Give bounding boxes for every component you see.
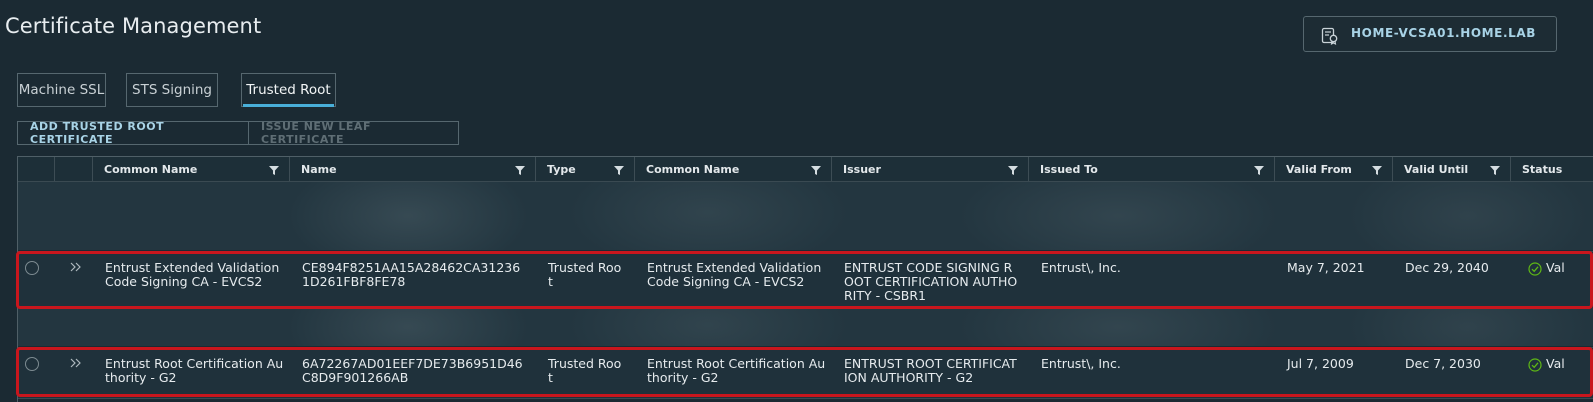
- cell-status: Val: [1546, 260, 1565, 275]
- expand-chevron-icon[interactable]: [70, 358, 82, 368]
- filter-icon[interactable]: [1372, 166, 1382, 175]
- blurred-rows: [18, 182, 1593, 250]
- column-header-type[interactable]: Type: [536, 157, 635, 181]
- certificate-table: Common Name Name Type Common Name Issuer…: [17, 156, 1593, 402]
- page-title: Certificate Management: [5, 14, 262, 38]
- table-row[interactable]: Entrust Root Certification Authority - G…: [18, 347, 1593, 399]
- filter-icon[interactable]: [1008, 166, 1018, 175]
- cell-issuer: ENTRUST CODE SIGNING ROOT CERTIFICATION …: [844, 260, 1018, 303]
- header-select: [18, 157, 55, 181]
- column-label: Valid Until: [1404, 162, 1469, 176]
- table-row[interactable]: Entrust Extended Validation Code Signing…: [18, 251, 1593, 309]
- table-header: Common Name Name Type Common Name Issuer…: [18, 157, 1593, 182]
- cell-common-name: Entrust Root Certification Authority - G…: [105, 356, 284, 385]
- filter-icon[interactable]: [1490, 166, 1500, 175]
- blurred-row: [18, 308, 1593, 346]
- column-label: Issuer: [843, 162, 881, 176]
- valid-check-icon: [1528, 262, 1542, 276]
- column-label: Name: [301, 162, 337, 176]
- column-label: Status: [1522, 162, 1563, 176]
- valid-check-icon: [1528, 358, 1542, 372]
- cell-issued-to: Entrust\, Inc.: [1041, 356, 1121, 371]
- expand-chevron-icon[interactable]: [70, 262, 82, 272]
- tab-machine-ssl[interactable]: Machine SSL: [17, 73, 106, 107]
- row-select-radio[interactable]: [25, 357, 39, 371]
- row-select-radio[interactable]: [25, 261, 39, 275]
- cell-common-name: Entrust Extended Validation Code Signing…: [105, 260, 280, 289]
- cell-type: Trusted Root: [548, 356, 622, 385]
- tab-sts-signing[interactable]: STS Signing: [126, 73, 218, 107]
- filter-icon[interactable]: [614, 166, 624, 175]
- tab-trusted-root[interactable]: Trusted Root: [241, 73, 336, 107]
- cell-type: Trusted Root: [548, 260, 622, 289]
- header-expand: [55, 157, 93, 181]
- cell-name: 6A72267AD01EEF7DE73B6951D46C8D9F901266AB: [302, 356, 523, 385]
- vcenter-selector-button[interactable]: HOME-VCSA01.HOME.LAB: [1303, 16, 1557, 52]
- vcenter-label: HOME-VCSA01.HOME.LAB: [1351, 26, 1537, 40]
- cell-valid-until: Dec 29, 2040: [1405, 260, 1489, 275]
- cell-name: CE894F8251AA15A28462CA312361D261FBF8FE78: [302, 260, 521, 289]
- column-header-common-name[interactable]: Common Name: [93, 157, 290, 181]
- column-header-common-name-2[interactable]: Common Name: [635, 157, 832, 181]
- add-trusted-root-button[interactable]: ADD TRUSTED ROOT CERTIFICATE: [17, 120, 249, 146]
- filter-icon[interactable]: [811, 166, 821, 175]
- column-label: Issued To: [1040, 162, 1098, 176]
- issue-leaf-certificate-button[interactable]: ISSUE NEW LEAF CERTIFICATE: [249, 120, 459, 146]
- filter-icon[interactable]: [515, 166, 525, 175]
- filter-icon[interactable]: [269, 166, 279, 175]
- cell-status: Val: [1546, 356, 1565, 371]
- cell-issuer: ENTRUST ROOT CERTIFICATION AUTHORITY - G…: [844, 356, 1017, 385]
- column-header-name[interactable]: Name: [290, 157, 536, 181]
- filter-icon[interactable]: [1254, 166, 1264, 175]
- column-header-valid-until[interactable]: Valid Until: [1393, 157, 1511, 181]
- cell-issued-to: Entrust\, Inc.: [1041, 260, 1121, 275]
- column-label: Common Name: [646, 162, 740, 176]
- cell-common-name-2: Entrust Root Certification Authority - G…: [647, 356, 826, 385]
- column-header-status[interactable]: Status: [1511, 157, 1593, 181]
- server-certificate-icon: [1321, 27, 1338, 45]
- column-header-valid-from[interactable]: Valid From: [1275, 157, 1393, 181]
- column-label: Common Name: [104, 162, 198, 176]
- cell-valid-until: Dec 7, 2030: [1405, 356, 1481, 371]
- cell-common-name-2: Entrust Extended Validation Code Signing…: [647, 260, 822, 289]
- column-header-issuer[interactable]: Issuer: [832, 157, 1029, 181]
- action-bar: ADD TRUSTED ROOT CERTIFICATE ISSUE NEW L…: [17, 120, 459, 146]
- column-label: Type: [547, 162, 576, 176]
- cell-valid-from: Jul 7, 2009: [1287, 356, 1354, 371]
- cell-valid-from: May 7, 2021: [1287, 260, 1365, 275]
- column-header-issued-to[interactable]: Issued To: [1029, 157, 1275, 181]
- column-label: Valid From: [1286, 162, 1352, 176]
